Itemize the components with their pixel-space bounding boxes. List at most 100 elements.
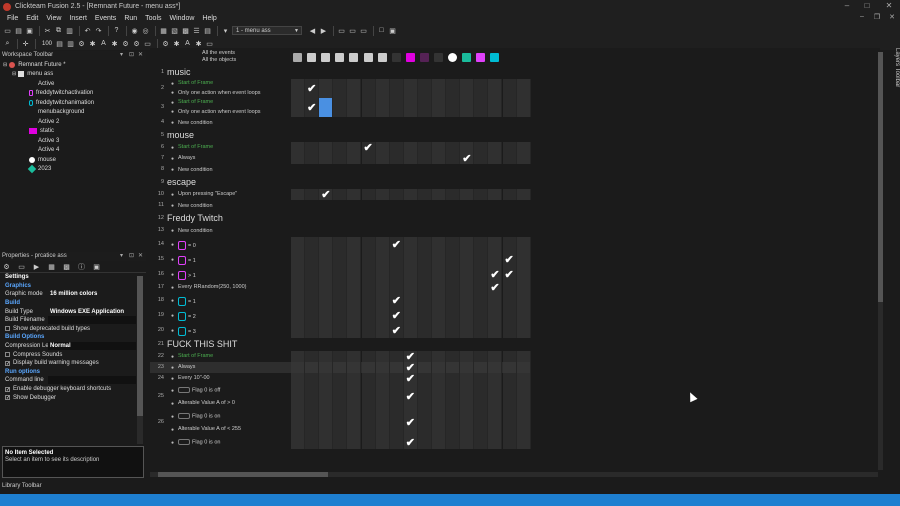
action-cell[interactable] <box>474 237 489 252</box>
build-filename-field[interactable] <box>48 316 136 325</box>
condition[interactable]: Every 10"-00 <box>178 375 210 381</box>
action-cell[interactable] <box>417 237 432 252</box>
condition[interactable]: Flag 0 is off <box>178 387 220 393</box>
condition[interactable]: Flag 0 is on <box>178 439 220 445</box>
action-cell[interactable] <box>502 282 517 293</box>
condition[interactable]: = 0 <box>178 241 196 250</box>
action-cell[interactable] <box>347 308 362 323</box>
mdi-restore-button[interactable]: ❐ <box>871 13 883 24</box>
action-cell[interactable] <box>291 237 306 252</box>
about-tab-icon[interactable]: ⓘ <box>77 262 86 271</box>
window-list-icon[interactable]: □ <box>377 26 386 35</box>
action-cell[interactable] <box>305 351 320 362</box>
action-cell[interactable] <box>291 436 306 449</box>
action-cell[interactable] <box>446 267 461 282</box>
action-cell[interactable] <box>403 267 418 282</box>
action-cell[interactable] <box>460 79 475 98</box>
close-panel-icon[interactable]: ✕ <box>138 252 143 261</box>
action-cell[interactable] <box>446 362 461 373</box>
action-cell[interactable] <box>319 282 334 293</box>
action-cell[interactable] <box>417 142 432 153</box>
action-cell[interactable] <box>417 308 432 323</box>
action-cell[interactable] <box>488 79 503 98</box>
keyboard-icon[interactable] <box>363 53 373 62</box>
object-properties-icon[interactable]: ▣ <box>388 26 397 35</box>
new-condition-row[interactable]: 4 ● New condition <box>150 117 530 129</box>
action-cell[interactable] <box>460 351 475 362</box>
event-row[interactable]: 18 ● = 1 ✔ <box>150 293 531 308</box>
align-icon[interactable]: ▤ <box>55 39 64 48</box>
action-cell[interactable] <box>432 267 447 282</box>
condition[interactable]: = 3 <box>178 327 196 336</box>
bookmark-icon[interactable]: A <box>183 39 192 48</box>
action-cell[interactable] <box>488 252 503 267</box>
action-cell[interactable] <box>474 384 489 410</box>
action-cell[interactable] <box>333 351 348 362</box>
run-options-section[interactable]: Run options <box>0 368 136 377</box>
action-cell[interactable] <box>319 153 334 164</box>
action-cell[interactable] <box>516 79 531 98</box>
action-cell[interactable] <box>291 351 306 362</box>
condition[interactable]: Always <box>178 155 195 161</box>
action-cell[interactable] <box>333 142 348 153</box>
action-cell[interactable] <box>446 79 461 98</box>
action-cell[interactable] <box>403 323 418 338</box>
event-row[interactable]: 22 ● Start of Frame ✔ <box>150 351 531 363</box>
action-cell[interactable] <box>417 189 432 200</box>
action-cell[interactable] <box>305 153 320 164</box>
grid-settings-icon[interactable]: ✛ <box>21 39 30 48</box>
editor-vertical-scrollbar[interactable] <box>878 52 883 470</box>
action-cell[interactable] <box>305 237 320 252</box>
action-cell[interactable] <box>361 267 376 282</box>
action-cell[interactable] <box>347 267 362 282</box>
action-cell[interactable] <box>474 267 489 282</box>
action-cell[interactable] <box>319 252 334 267</box>
action-cell[interactable] <box>291 153 306 164</box>
next-frame-icon[interactable]: ▶ <box>319 26 328 35</box>
action-cell[interactable] <box>488 384 503 410</box>
command-line-row[interactable]: Command line <box>0 376 136 385</box>
action-cell[interactable] <box>417 293 432 308</box>
event-list-editor-icon[interactable]: ☰ <box>192 26 201 35</box>
float-icon[interactable]: ⊡ <box>129 252 134 261</box>
action-cell[interactable] <box>333 436 348 449</box>
action-cell[interactable] <box>488 308 503 323</box>
action-cell[interactable] <box>347 293 362 308</box>
condition[interactable]: Alterable Value A of < 255 <box>178 426 241 432</box>
action-cell[interactable] <box>305 267 320 282</box>
action-cell[interactable] <box>417 153 432 164</box>
editor-hscroll-thumb[interactable] <box>158 472 328 477</box>
action-cell[interactable] <box>488 323 503 338</box>
action-cell[interactable] <box>319 79 334 98</box>
library-toolbar[interactable]: Library Toolbar <box>0 481 146 491</box>
action-cell[interactable] <box>291 308 306 323</box>
action-cell[interactable] <box>347 189 362 200</box>
window-tile-icon[interactable]: ▭ <box>337 26 346 35</box>
condition[interactable]: Start of Frame <box>178 353 213 359</box>
action-cell[interactable] <box>516 373 531 384</box>
group-title[interactable]: music <box>167 67 191 77</box>
properties-scroll-thumb[interactable] <box>137 276 143 416</box>
event-row[interactable]: 26 ● Flag 0 is on ● Alterable Value A of < 2… <box>150 410 531 436</box>
action-cell[interactable] <box>361 351 376 362</box>
run-app-icon[interactable]: ◉ <box>130 26 139 35</box>
action-checkmark-icon[interactable]: ✔ <box>505 253 514 266</box>
action-cell[interactable] <box>432 384 447 410</box>
action-cell[interactable] <box>432 323 447 338</box>
action-cell[interactable] <box>502 153 517 164</box>
compress-sounds-checkbox[interactable] <box>5 352 10 358</box>
action-cell[interactable] <box>502 351 517 362</box>
condition[interactable]: Start of Frame <box>178 80 213 86</box>
event-row[interactable]: 15 ● = 1 ✔ <box>150 252 531 267</box>
action-cell[interactable] <box>502 98 517 117</box>
disable-icon[interactable]: ✱ <box>194 39 203 48</box>
action-cell[interactable] <box>291 323 306 338</box>
action-cell[interactable] <box>347 323 362 338</box>
insert-event-icon[interactable]: ✱ <box>88 39 97 48</box>
event-row[interactable]: 16 ● > 1 ✔ ✔ <box>150 267 531 282</box>
action-cell[interactable] <box>460 98 475 117</box>
action-checkmark-icon[interactable]: ✔ <box>392 309 401 322</box>
action-cell[interactable] <box>305 293 320 308</box>
show-debugger-row[interactable]: ✓ Show Debugger <box>0 393 136 402</box>
action-cell[interactable] <box>389 384 404 410</box>
